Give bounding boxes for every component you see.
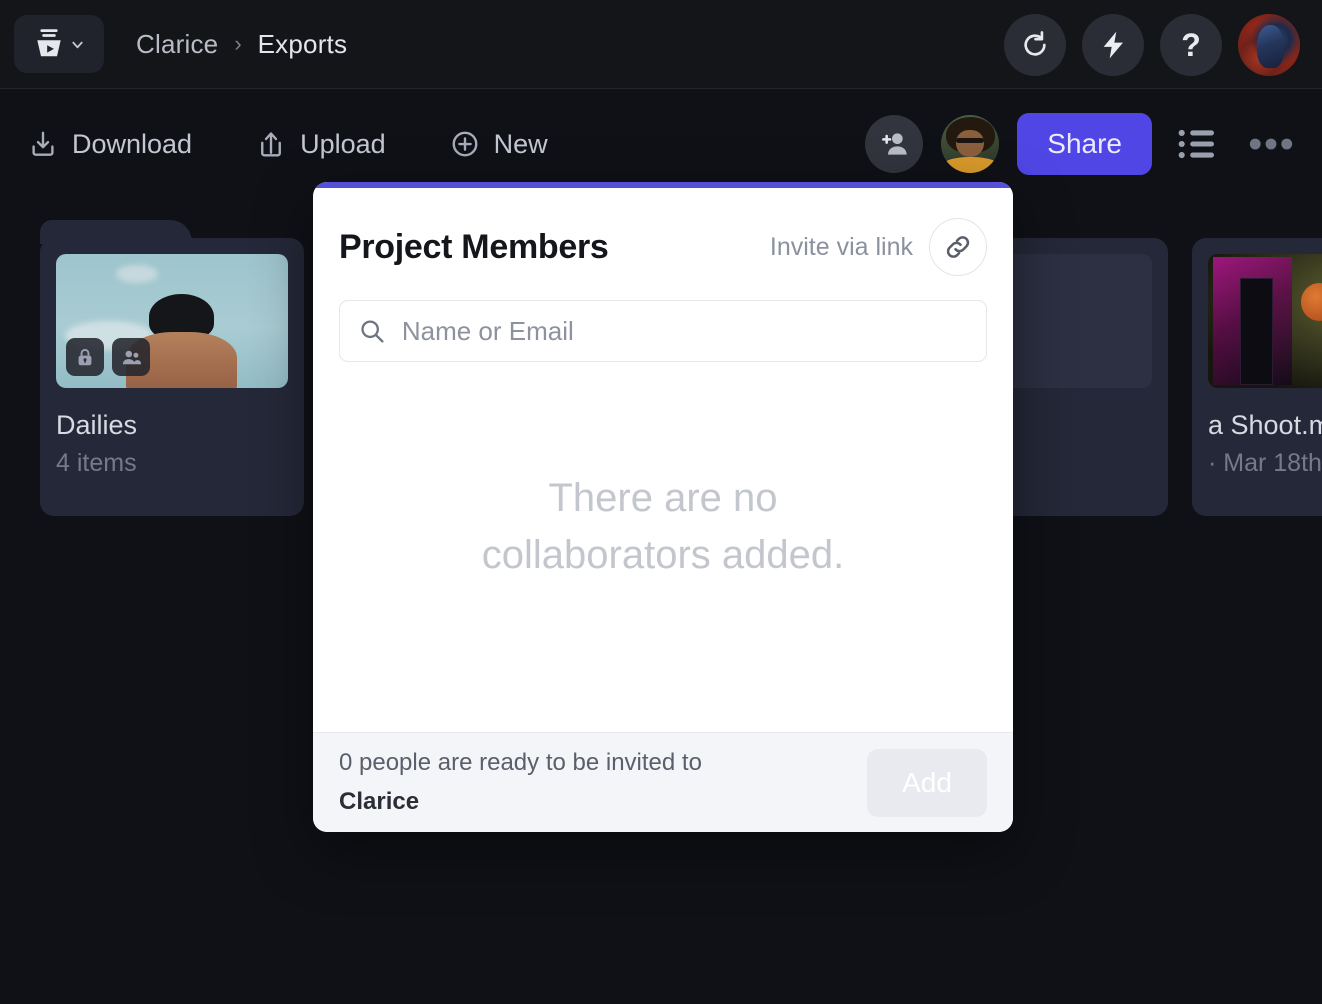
lock-badge: [66, 338, 104, 376]
list-view-button[interactable]: [1170, 121, 1224, 167]
link-chain-icon: [943, 232, 973, 262]
refresh-button[interactable]: [1004, 14, 1066, 76]
people-icon: [120, 346, 143, 369]
folder-badges: [66, 338, 150, 376]
plus-circle-icon: [450, 129, 480, 159]
new-label: New: [494, 129, 548, 160]
activity-button[interactable]: [1082, 14, 1144, 76]
top-bar: Clarice › Exports ?: [0, 0, 1322, 89]
add-person-button[interactable]: [865, 115, 923, 173]
avatar-face: [956, 130, 984, 157]
invite-status-prefix: 0 people are ready to be invited to: [339, 744, 702, 782]
avatar-glasses: [956, 138, 984, 143]
app-root: Clarice › Exports ?: [0, 0, 1322, 1004]
search-box[interactable]: [339, 300, 987, 362]
avatar-shirt: [944, 157, 997, 173]
dialog-footer: 0 people are ready to be invited to Clar…: [313, 732, 1013, 832]
upload-label: Upload: [300, 129, 386, 160]
lock-icon: [74, 346, 96, 368]
invite-status-text: 0 people are ready to be invited to Clar…: [339, 744, 702, 821]
folder-title: Dailies: [56, 410, 288, 441]
breadcrumb: Clarice › Exports: [136, 29, 347, 60]
empty-state-line-1: There are no: [482, 470, 844, 527]
card-spacer: [1208, 478, 1322, 500]
dialog-header: Project Members Invite via link: [313, 188, 1013, 276]
breadcrumb-item-clarice[interactable]: Clarice: [136, 29, 218, 60]
shared-badge: [112, 338, 150, 376]
upload-icon: [256, 129, 286, 159]
refresh-icon: [1019, 29, 1051, 61]
new-button[interactable]: New: [444, 121, 554, 168]
upload-button[interactable]: Upload: [250, 121, 392, 168]
grid-item-video[interactable]: 05:10 a Shoot.mp4 · Mar 18th, 11:42am: [1192, 238, 1322, 516]
app-logo-icon: [34, 28, 64, 60]
folder-thumbnail: [56, 254, 288, 388]
video-thumbnail: 05:10: [1208, 254, 1322, 388]
list-view-icon: [1176, 127, 1218, 161]
breadcrumb-item-exports[interactable]: Exports: [258, 29, 348, 60]
download-icon: [28, 129, 58, 159]
empty-state-line-2: collaborators added.: [482, 527, 844, 584]
member-avatar[interactable]: [941, 115, 999, 173]
grid-item-folder[interactable]: Dailies 4 items: [40, 238, 304, 516]
search-input[interactable]: [402, 316, 968, 347]
search-icon: [358, 316, 386, 346]
copy-link-button[interactable]: [929, 218, 987, 276]
share-button[interactable]: Share: [1017, 113, 1152, 175]
lightning-bolt-icon: [1097, 29, 1129, 61]
app-logo-button[interactable]: [14, 15, 104, 73]
more-options-button[interactable]: [1242, 131, 1300, 157]
folder-subtitle: 4 items: [56, 449, 288, 478]
card-spacer: [56, 478, 288, 500]
breadcrumb-separator: ›: [234, 31, 241, 57]
cloud-shape: [116, 265, 158, 284]
page-title: Project Members: [339, 228, 609, 267]
avatar[interactable]: [1238, 14, 1300, 76]
download-button[interactable]: Download: [22, 121, 198, 168]
video-subtitle: · Mar 18th, 11:42am: [1208, 449, 1322, 478]
thumbnail-basketball: [1301, 283, 1322, 321]
download-label: Download: [72, 129, 192, 160]
video-title: a Shoot.mp4: [1208, 410, 1322, 441]
more-options-icon: [1248, 137, 1294, 151]
invite-project-name: Clarice: [339, 788, 419, 815]
dialog-body: There are no collaborators added.: [313, 362, 1013, 732]
chevron-down-icon: [70, 37, 85, 52]
invite-via-link-group: Invite via link: [770, 218, 987, 276]
search-section: [313, 276, 1013, 362]
top-bar-actions: ?: [1004, 0, 1300, 89]
project-members-dialog: Project Members Invite via link: [313, 182, 1013, 832]
add-person-icon: [878, 128, 910, 160]
add-button[interactable]: Add: [867, 749, 987, 817]
thumbnail-rack: [1240, 278, 1272, 385]
empty-state-message: There are no collaborators added.: [482, 470, 844, 584]
help-button[interactable]: ?: [1160, 14, 1222, 76]
invite-via-link-label[interactable]: Invite via link: [770, 233, 913, 262]
question-mark-icon: ?: [1181, 29, 1201, 61]
